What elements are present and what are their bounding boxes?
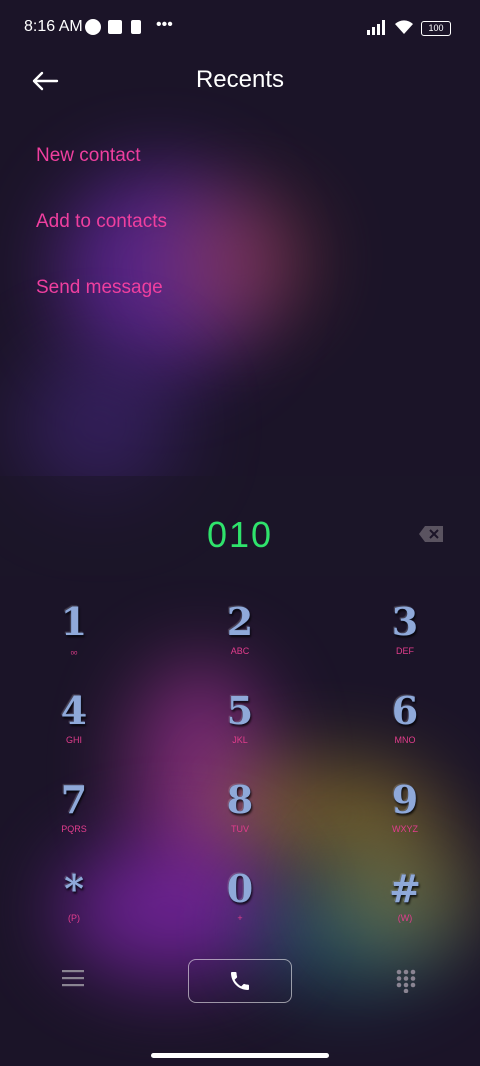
- battery-icon: 100: [421, 21, 451, 36]
- battery-level: 100: [428, 23, 444, 33]
- key-3[interactable]: 3 DEF: [355, 600, 455, 670]
- menu-icon[interactable]: [62, 969, 84, 987]
- new-contact-option[interactable]: New contact: [36, 145, 141, 167]
- page-title: Recents: [195, 66, 285, 93]
- dialed-number-area: 010: [0, 476, 480, 576]
- more-notifications-icon: •••: [156, 16, 173, 33]
- key-7[interactable]: 7 PQRS: [24, 778, 124, 848]
- signal-icon: [367, 20, 385, 35]
- key-1[interactable]: 1 ₒₒ: [24, 600, 124, 670]
- bottom-bar: [0, 955, 480, 1015]
- key-hash[interactable]: # (W): [355, 867, 455, 937]
- key-5[interactable]: 5 JKL: [190, 689, 290, 759]
- key-0[interactable]: 0 +: [190, 867, 290, 937]
- status-bar: 8:16 AM ••• 100: [0, 0, 480, 56]
- wifi-icon: [395, 20, 413, 34]
- add-to-contacts-option[interactable]: Add to contacts: [36, 211, 167, 233]
- key-4[interactable]: 4 GHI: [24, 689, 124, 759]
- notification-square-icon: [108, 20, 122, 34]
- notification-sim-icon: [131, 20, 141, 34]
- header: Recents: [0, 56, 480, 104]
- backspace-icon[interactable]: [418, 525, 444, 543]
- key-star[interactable]: * (P): [24, 867, 124, 937]
- phone-icon: [231, 972, 249, 990]
- key-6[interactable]: 6 MNO: [355, 689, 455, 759]
- key-8[interactable]: 8 TUV: [190, 778, 290, 848]
- call-button[interactable]: [188, 959, 292, 1003]
- home-indicator[interactable]: [151, 1053, 329, 1058]
- key-9[interactable]: 9 WXYZ: [355, 778, 455, 848]
- send-message-option[interactable]: Send message: [36, 277, 163, 299]
- dialpad-icon[interactable]: [396, 969, 416, 993]
- status-time: 8:16 AM: [24, 18, 83, 35]
- key-2[interactable]: 2 ABC: [190, 600, 290, 670]
- notification-p-icon: [85, 19, 101, 35]
- dialed-number: 010: [206, 514, 274, 555]
